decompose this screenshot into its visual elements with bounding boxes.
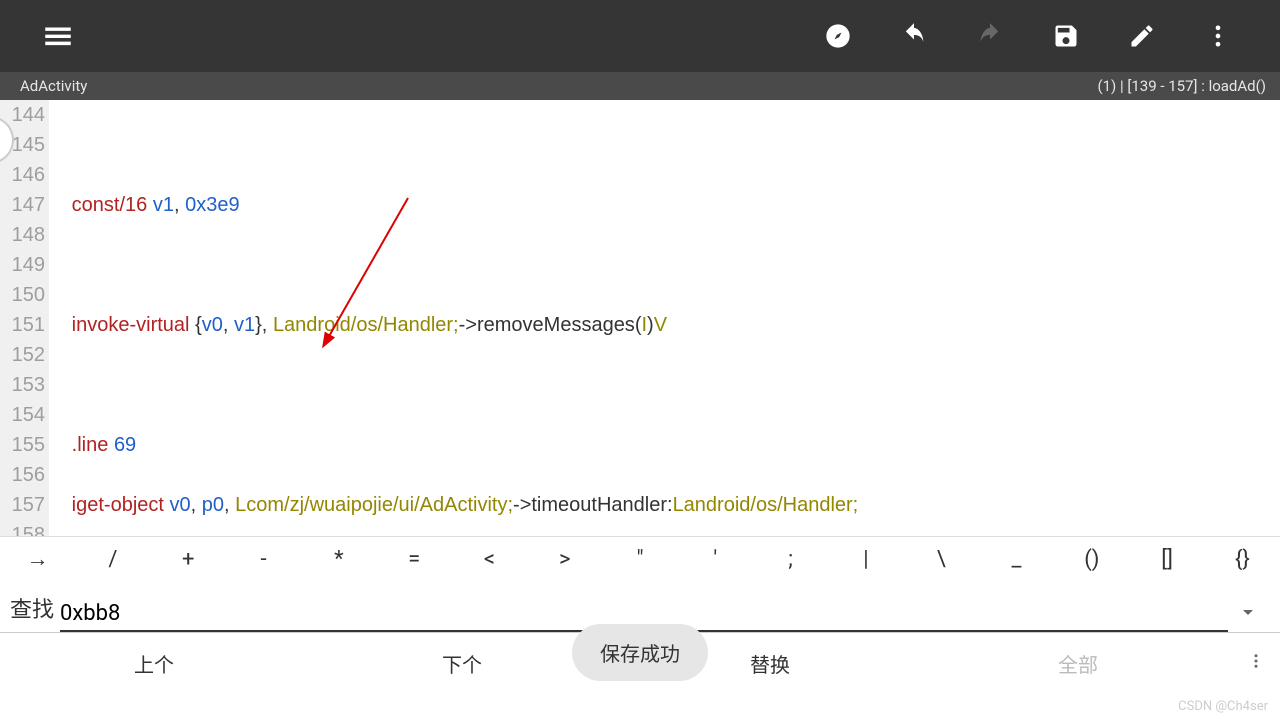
symbol-key[interactable]: | [828, 537, 903, 581]
symbol-key[interactable]: + [151, 537, 226, 581]
dropdown-icon[interactable] [1236, 600, 1260, 624]
watermark: CSDN @Ch4ser [1178, 699, 1268, 714]
more-vert-icon[interactable] [1198, 16, 1238, 56]
symbol-key[interactable]: > [527, 537, 602, 581]
status-filename: AdActivity [20, 77, 87, 95]
status-position: (1) | [139 - 157] : loadAd() [1097, 77, 1266, 95]
line-number: 150 [0, 280, 45, 310]
compass-icon[interactable] [818, 16, 858, 56]
line-number: 152 [0, 340, 45, 370]
symbol-key[interactable]: " [602, 537, 677, 581]
line-number: 154 [0, 400, 45, 430]
symbol-key[interactable]: [] [1129, 537, 1204, 581]
line-number: 156 [0, 460, 45, 490]
symbol-row: →/+-*=<>"';|\_()[]{} [0, 536, 1280, 581]
next-button[interactable]: 下个 [308, 649, 616, 678]
symbol-key[interactable]: / [75, 537, 150, 581]
line-number: 157 [0, 490, 45, 520]
code-editor[interactable]: 1441451461471481491501511521531541551561… [0, 100, 1280, 536]
symbol-key[interactable]: \ [904, 537, 979, 581]
edit-icon[interactable] [1122, 16, 1162, 56]
symbol-key[interactable]: {} [1205, 537, 1280, 581]
line-number: 158 [0, 520, 45, 536]
line-number: 146 [0, 160, 45, 190]
symbol-key[interactable]: → [0, 537, 75, 581]
line-gutter: 1441451461471481491501511521531541551561… [0, 100, 49, 536]
symbol-key[interactable]: - [226, 537, 301, 581]
all-button: 全部 [924, 649, 1232, 678]
toast: 保存成功 [572, 624, 708, 681]
symbol-key[interactable]: = [376, 537, 451, 581]
symbol-key[interactable]: ; [753, 537, 828, 581]
prev-button[interactable]: 上个 [0, 649, 308, 678]
line-number: 153 [0, 370, 45, 400]
main-toolbar [0, 0, 1280, 72]
symbol-key[interactable]: () [1054, 537, 1129, 581]
undo-icon[interactable] [894, 16, 934, 56]
redo-icon [970, 16, 1010, 56]
line-number: 148 [0, 220, 45, 250]
save-icon[interactable] [1046, 16, 1086, 56]
symbol-key[interactable]: * [301, 537, 376, 581]
status-bar: AdActivity (1) | [139 - 157] : loadAd() [0, 72, 1280, 100]
code-area[interactable]: const/16 v1, 0x3e9 invoke-virtual {v0, v… [49, 100, 1280, 536]
line-number: 151 [0, 310, 45, 340]
line-number: 155 [0, 430, 45, 460]
find-label: 查找 [10, 592, 54, 632]
symbol-key[interactable]: ' [678, 537, 753, 581]
line-number: 147 [0, 190, 45, 220]
line-number: 149 [0, 250, 45, 280]
symbol-key[interactable]: _ [979, 537, 1054, 581]
nav-more-icon[interactable] [1232, 652, 1280, 674]
menu-icon[interactable] [38, 16, 78, 56]
symbol-key[interactable]: < [452, 537, 527, 581]
